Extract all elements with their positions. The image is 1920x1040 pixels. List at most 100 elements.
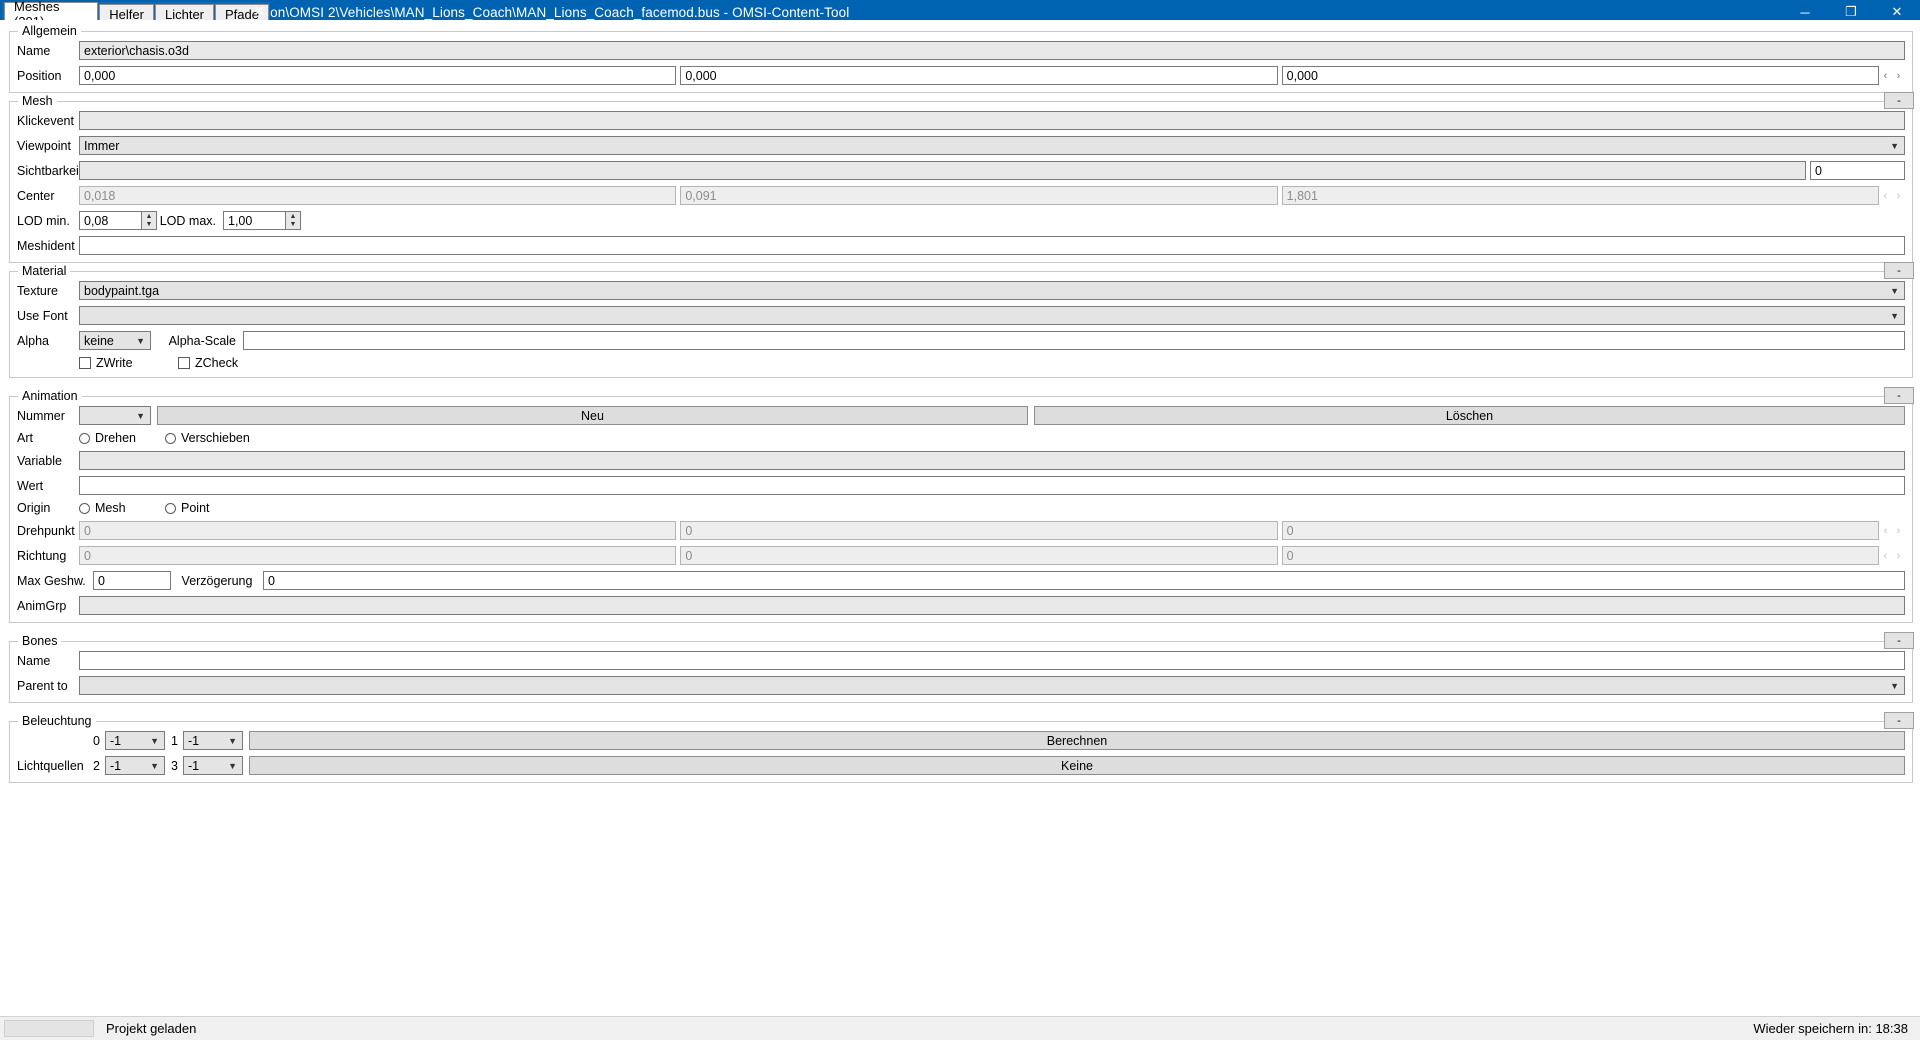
- group-mesh-label: Mesh: [18, 94, 57, 108]
- zwrite-label: ZWrite: [96, 356, 133, 370]
- row-alpha: Alpha keine ▼ Alpha-Scale: [17, 331, 1905, 350]
- wert-label: Wert: [17, 478, 44, 493]
- alpha-select[interactable]: keine ▼: [79, 331, 151, 350]
- lod-min-field[interactable]: 0,08 ▲ ▼: [79, 211, 157, 230]
- klickevent-label: Klickevent: [17, 113, 74, 128]
- viewpoint-label: Viewpoint: [17, 138, 71, 153]
- light-slot-3-select[interactable]: -1 ▼: [183, 756, 243, 775]
- animation-loeschen-button[interactable]: Löschen: [1034, 406, 1905, 425]
- row-maxgeshw: Max Geshw. 0 Verzögerung 0: [17, 571, 1905, 590]
- meshident-field[interactable]: [79, 236, 1905, 255]
- lichtquellen-label: Lichtquellen: [17, 758, 84, 773]
- keine-button[interactable]: Keine: [249, 756, 1905, 775]
- berechnen-button[interactable]: Berechnen: [249, 731, 1905, 750]
- texture-value: bodypaint.tga: [84, 283, 160, 298]
- row-klickevent: Klickevent: [17, 111, 1905, 130]
- position-y-field[interactable]: 0,000: [680, 66, 1278, 85]
- art-drehen-radio[interactable]: [79, 432, 90, 444]
- row-zflags: ZWrite ZCheck: [17, 356, 1905, 370]
- usefont-select[interactable]: ▼: [79, 306, 1905, 325]
- sichtbarkeit-number-field[interactable]: 0: [1810, 161, 1905, 180]
- group-animation-collapse-button[interactable]: -: [1884, 387, 1914, 404]
- name-field[interactable]: exterior\chasis.o3d: [79, 41, 1905, 60]
- usefont-label: Use Font: [17, 308, 68, 323]
- zcheck-checkbox[interactable]: [178, 357, 190, 369]
- nummer-label: Nummer: [17, 408, 65, 423]
- name-label: Name: [17, 43, 51, 58]
- position-z-field[interactable]: 0,000: [1281, 66, 1879, 85]
- row-viewpoint: Viewpoint Immer ▼: [17, 136, 1905, 155]
- lod-max-spinner[interactable]: ▲ ▼: [285, 212, 300, 229]
- light-slot-1-select[interactable]: -1 ▼: [183, 731, 243, 750]
- row-art: Art Drehen Verschieben: [17, 431, 1905, 445]
- prev-arrow-icon: ‹: [1883, 189, 1888, 202]
- richtung-stepper: ‹ ›: [1879, 550, 1905, 562]
- properties-body: Allgemein Name exterior\chasis.o3d Posit…: [0, 20, 1920, 1040]
- group-animation-label: Animation: [18, 389, 82, 403]
- light-slot-0-select[interactable]: -1 ▼: [105, 731, 165, 750]
- texture-select[interactable]: bodypaint.tga ▼: [79, 281, 1905, 300]
- lod-max-value: 1,00: [228, 213, 253, 228]
- viewpoint-select[interactable]: Immer ▼: [79, 136, 1905, 155]
- art-verschieben-radio[interactable]: [165, 432, 176, 444]
- lod-max-field[interactable]: 1,00 ▲ ▼: [223, 211, 301, 230]
- mesh-panel-close-icon[interactable]: ✕: [253, 3, 265, 20]
- group-material-label: Material: [18, 264, 71, 278]
- origin-point-radio[interactable]: [165, 502, 176, 514]
- drehpunkt-stepper: ‹ ›: [1879, 525, 1905, 537]
- group-bones-collapse-button[interactable]: -: [1884, 632, 1914, 649]
- lod-min-label: LOD min.: [17, 213, 70, 228]
- lod-max-label: LOD max.: [159, 213, 216, 228]
- next-arrow-icon[interactable]: ›: [1897, 70, 1901, 82]
- statusbar: Projekt geladen Wieder speichern in: 18:…: [0, 1016, 1920, 1040]
- verzoegerung-field[interactable]: 0: [263, 571, 1905, 590]
- richtung-y-field: 0: [680, 546, 1278, 565]
- bone-name-label: Name: [17, 653, 51, 668]
- group-beleuchtung-collapse-button[interactable]: -: [1884, 712, 1914, 729]
- next-arrow-icon: ›: [1896, 524, 1901, 537]
- viewpoint-value: Immer: [84, 138, 120, 153]
- row-bone-name: Name: [17, 651, 1905, 670]
- alpha-scale-field[interactable]: [243, 331, 1905, 350]
- row-name: Name exterior\chasis.o3d: [17, 41, 1905, 60]
- chevron-down-icon: ▼: [1890, 680, 1899, 691]
- chevron-down-icon: ▼: [136, 410, 145, 421]
- prev-arrow-icon[interactable]: ‹: [1884, 70, 1888, 82]
- klickevent-field[interactable]: [79, 111, 1905, 130]
- next-arrow-icon: ›: [1896, 549, 1901, 562]
- row-usefont: Use Font ▼: [17, 306, 1905, 325]
- variable-field[interactable]: [79, 451, 1905, 470]
- animation-neu-button[interactable]: Neu: [157, 406, 1028, 425]
- lod-min-spinner[interactable]: ▲ ▼: [141, 212, 156, 229]
- row-animgrp: AnimGrp: [17, 596, 1905, 615]
- chevron-down-icon: ▼: [136, 335, 145, 346]
- light-slot-2-select[interactable]: -1 ▼: [105, 756, 165, 775]
- meshident-label: Meshident: [17, 238, 75, 253]
- parent-to-select[interactable]: ▼: [79, 676, 1905, 695]
- center-y-field: 0,091: [680, 186, 1278, 205]
- group-animation: Animation - Nummer ▼ Neu Löschen Art Dre…: [9, 387, 1914, 623]
- group-material-collapse-button[interactable]: -: [1884, 262, 1914, 279]
- position-stepper[interactable]: ‹ ›: [1879, 70, 1905, 82]
- omsi-content-tool-window: D:\Programme\Steam\steamapps\common\OMSI…: [0, 0, 1920, 1040]
- row-center: Center 0,018 0,091 1,801 ‹ ›: [17, 186, 1905, 205]
- wert-field[interactable]: [79, 476, 1905, 495]
- bone-name-field[interactable]: [79, 651, 1905, 670]
- animgrp-field[interactable]: [79, 596, 1905, 615]
- group-beleuchtung-label: Beleuchtung: [18, 714, 96, 728]
- row-nummer: Nummer ▼ Neu Löschen: [17, 406, 1905, 425]
- sichtbarkeit-field[interactable]: [79, 161, 1806, 180]
- chevron-down-icon: ▼: [228, 760, 237, 771]
- zwrite-checkbox[interactable]: [79, 357, 91, 369]
- maxgeshw-field[interactable]: 0: [93, 571, 171, 590]
- prev-arrow-icon: ‹: [1883, 549, 1888, 562]
- light-slot-0-index: 0: [93, 733, 100, 748]
- position-x-field[interactable]: 0,000: [79, 66, 677, 85]
- nummer-select[interactable]: ▼: [79, 406, 151, 425]
- drehpunkt-y-field: 0: [680, 521, 1278, 540]
- row-lichtquellen-bottom: Lichtquellen 2 -1 ▼ 3 -1 ▼ Keine: [17, 756, 1905, 775]
- verschieben-label: Verschieben: [181, 431, 250, 445]
- status-autosave-message: Wieder speichern in: 18:38: [1753, 1021, 1908, 1036]
- origin-mesh-radio[interactable]: [79, 502, 90, 514]
- group-mesh-collapse-button[interactable]: -: [1884, 92, 1914, 109]
